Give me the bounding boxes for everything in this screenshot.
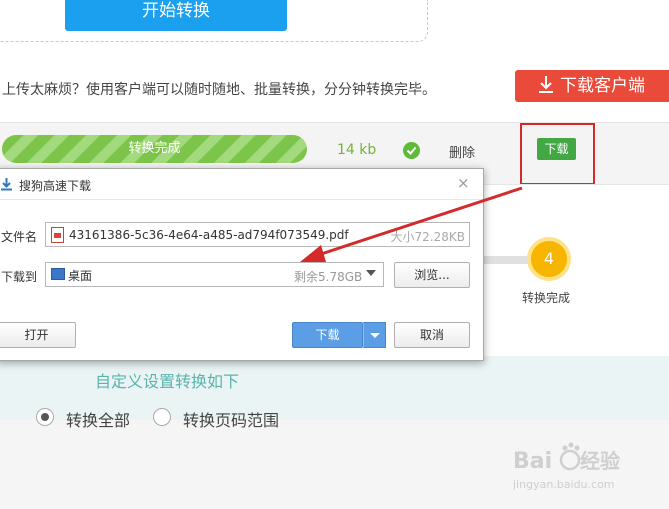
download-client-label: 下载客户端 <box>560 76 645 96</box>
radio-page-range-label[interactable]: 转换页码范围 <box>183 407 279 431</box>
download-client-button[interactable]: 下载客户端 <box>515 70 669 102</box>
desktop-icon <box>51 268 65 280</box>
save-path-select[interactable]: 桌面 剩余5.78GB <box>45 262 384 287</box>
download-file-button[interactable]: 下载 <box>537 138 576 160</box>
download-options-caret[interactable] <box>363 322 386 348</box>
browse-button[interactable]: 浏览... <box>394 262 470 288</box>
svg-text:Bai: Bai <box>513 449 552 474</box>
filename-label: 文件名 <box>1 230 38 244</box>
cancel-button[interactable]: 取消 <box>394 322 470 348</box>
delete-link[interactable]: 删除 <box>449 142 475 161</box>
svg-text:jingyan.baidu.com: jingyan.baidu.com <box>513 478 615 491</box>
open-button[interactable]: 打开 <box>0 322 76 348</box>
svg-text:经验: 经验 <box>580 449 620 473</box>
saveto-label: 下载到 <box>1 270 38 284</box>
watermark-logo: Bai 经验 jingyan.baidu.com <box>512 442 620 491</box>
save-path-value: 桌面 <box>68 269 93 283</box>
dialog-divider <box>0 199 483 200</box>
download-dialog: 搜狗高速下载 × 文件名 43161386-5c36-4e64-a485-ad7… <box>0 168 484 361</box>
download-arrow-icon <box>1 178 12 191</box>
conversion-progress-bar: 转换完成 <box>2 135 307 163</box>
filename-value: 43161386-5c36-4e64-a485-ad794f073549.pdf <box>69 228 349 242</box>
radio-convert-all[interactable] <box>36 408 54 426</box>
pdf-file-icon <box>51 227 64 243</box>
free-space-value: 剩余5.78GB <box>294 270 363 284</box>
dialog-title: 搜狗高速下载 <box>19 179 92 193</box>
radio-convert-all-label[interactable]: 转换全部 <box>66 407 130 431</box>
client-tip-row: 上传太麻烦？使用客户端可以随时随地、批量转换，分分钟转换完毕。 下载客户端 <box>0 70 669 106</box>
file-size: 14 kb <box>337 142 377 158</box>
baidu-jingyan-watermark: Bai 经验 jingyan.baidu.com <box>512 438 663 498</box>
filename-field[interactable]: 43161386-5c36-4e64-a485-ad794f073549.pdf… <box>45 222 470 247</box>
step-4-label: 转换完成 <box>522 291 571 305</box>
radio-page-range[interactable] <box>153 408 171 426</box>
step-4-circle: 4 <box>527 237 571 281</box>
settings-title: 自定义设置转换如下 <box>95 372 240 391</box>
start-convert-button[interactable]: 开始转换 <box>65 0 287 31</box>
check-icon <box>403 142 420 159</box>
client-tip-text: 上传太麻烦？使用客户端可以随时随地、批量转换，分分钟转换完毕。 <box>2 82 436 98</box>
filesize-value: 大小72.28KB <box>390 230 465 244</box>
close-icon[interactable]: × <box>457 174 470 192</box>
dropdown-caret-icon[interactable] <box>366 270 376 276</box>
upload-area: 开始转换 <box>0 0 428 42</box>
download-arrow-icon <box>539 76 553 93</box>
download-button[interactable]: 下载 <box>292 322 363 348</box>
